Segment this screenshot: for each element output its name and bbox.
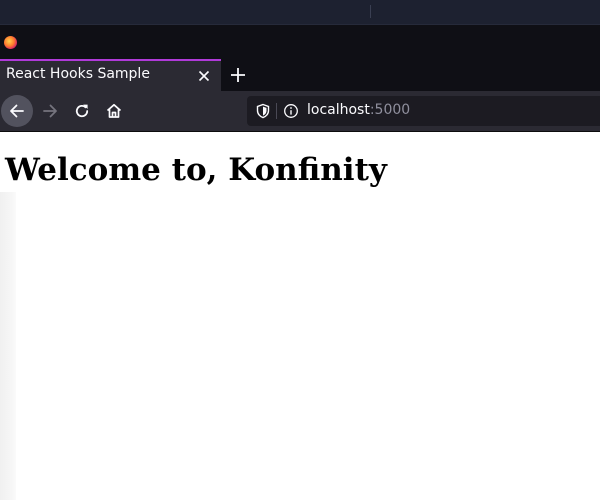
active-tab-indicator xyxy=(0,59,221,61)
url-text[interactable]: localhost:5000 xyxy=(307,102,410,118)
forward-arrow-icon[interactable] xyxy=(34,95,66,127)
page-content: Welcome to, Konfinity xyxy=(0,132,600,500)
navigation-toolbar: localhost:5000 xyxy=(0,91,600,131)
page-heading: Welcome to, Konfinity xyxy=(5,152,387,188)
tab-title: React Hooks Sample xyxy=(6,66,150,82)
tab-react-hooks-sample[interactable]: React Hooks Sample xyxy=(0,59,221,91)
firefox-logo-icon xyxy=(3,35,17,49)
top-bar-separator xyxy=(370,5,371,18)
reload-icon[interactable] xyxy=(66,95,98,127)
url-port: :5000 xyxy=(369,102,411,118)
os-top-bar xyxy=(0,0,600,25)
address-bar-separator xyxy=(276,103,277,119)
url-host: localhost xyxy=(307,102,370,118)
address-bar[interactable]: localhost:5000 xyxy=(247,96,600,126)
home-icon[interactable] xyxy=(98,95,130,127)
left-gutter xyxy=(0,192,16,500)
close-icon[interactable] xyxy=(195,67,213,85)
shield-icon[interactable] xyxy=(255,103,271,119)
info-icon[interactable] xyxy=(283,103,299,119)
tab-strip: React Hooks Sample xyxy=(0,59,600,91)
new-tab-plus-icon[interactable] xyxy=(227,64,249,86)
pinned-tab[interactable] xyxy=(0,30,20,54)
back-arrow-icon[interactable] xyxy=(1,95,33,127)
